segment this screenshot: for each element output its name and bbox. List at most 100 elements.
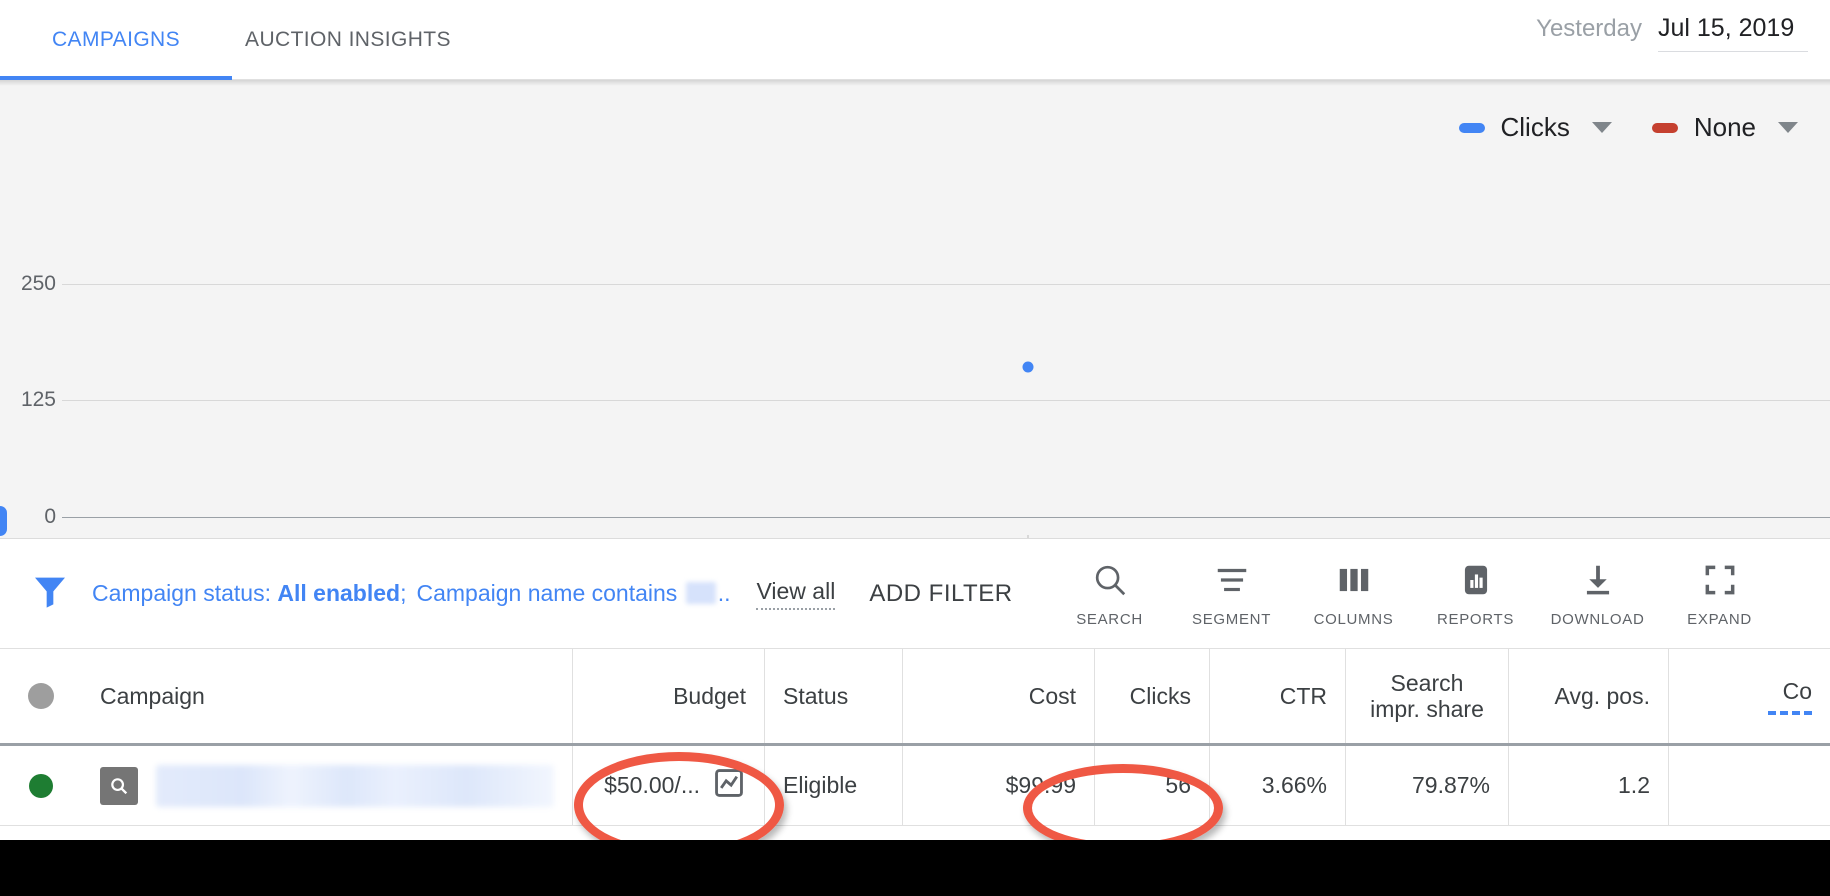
bottom-letterbox-bar [0,840,1830,896]
date-range-value[interactable]: Jul 15, 2019 [1658,14,1808,52]
tab-auction-insights-label: AUCTION INSIGHTS [245,28,451,51]
column-header-conversions-underline [1768,710,1812,715]
tab-list: CAMPAIGNS AUCTION INSIGHTS [0,0,464,80]
row-cost-value: $99.99 [1005,772,1076,798]
column-header-campaign[interactable]: Campaign [82,649,573,743]
y-axis-tick-250: 250 [20,272,56,295]
top-tab-bar: CAMPAIGNS AUCTION INSIGHTS Yesterday Jul… [0,0,1830,80]
row-avg-pos-value: 1.2 [1618,772,1650,798]
column-header-clicks[interactable]: Clicks [1095,649,1210,743]
column-header-clicks-label: Clicks [1129,682,1191,709]
row-avg-pos-cell: 1.2 [1509,746,1669,825]
row-cost-cell: $99.99 [903,746,1095,825]
performance-chart-panel: Clicks None 250 125 0 Jul 15, 2019 [0,80,1830,539]
date-range-selector[interactable]: Yesterday Jul 15, 2019 [1536,14,1808,52]
tab-campaigns-label: CAMPAIGNS [51,28,181,51]
x-axis-line [62,517,1830,518]
column-header-sis-line2: impr. share [1370,696,1484,722]
tab-auction-insights[interactable]: AUCTION INSIGHTS [232,0,464,80]
active-filter-chips: Campaign status: All enabled; Campaign n… [92,578,1013,610]
tool-segment[interactable]: SEGMENT [1171,560,1293,628]
column-header-cost[interactable]: Cost [903,649,1095,743]
segment-icon [1213,560,1251,600]
tool-download[interactable]: DOWNLOAD [1537,560,1659,628]
row-clicks-cell: 56 [1095,746,1210,825]
column-header-cost-label: Cost [1028,682,1076,709]
tool-reports[interactable]: REPORTS [1415,560,1537,628]
chart-plot-area: 250 125 0 Jul 15, 2019 [0,80,1830,538]
budget-chart-icon[interactable] [712,766,746,806]
filter-chip-name-suffix: .. [717,580,731,606]
row-ctr-value: 3.66% [1261,772,1327,798]
search-icon [1091,560,1129,600]
row-conversions-cell [1669,746,1830,825]
column-header-search-impr-share[interactable]: Search impr. share [1346,649,1509,743]
filter-chip-name-prefix: Campaign name contains [416,580,684,606]
funnel-icon[interactable] [30,571,70,616]
row-status-cell: Eligible [765,746,903,825]
status-filter-dot-icon [28,683,54,709]
filter-chip-campaign-status[interactable]: Campaign status: All enabled; [92,580,416,607]
column-header-sis-wrap: Search impr. share [1370,670,1484,723]
column-header-conversions-label: Co [1782,677,1812,704]
data-point-clicks[interactable] [1022,361,1034,373]
campaigns-table: Campaign Budget Status Cost Clicks CTR S… [0,649,1830,826]
tool-columns-label: COLUMNS [1313,610,1394,628]
tool-expand-label: EXPAND [1687,610,1752,628]
tab-campaigns[interactable]: CAMPAIGNS [0,0,232,80]
gridline-125 [62,400,1830,401]
redacted-campaign-name [685,582,716,604]
row-campaign-cell[interactable] [82,746,573,825]
filter-chip-status-suffix: ; [400,580,407,606]
table-header-row: Campaign Budget Status Cost Clicks CTR S… [0,649,1830,746]
row-budget-cell[interactable]: $50.00/... [573,746,765,825]
y-axis-tick-125: 125 [20,388,56,411]
column-header-status[interactable]: Status [765,649,903,743]
filter-chip-status-value: All enabled [277,580,401,606]
tool-columns[interactable]: COLUMNS [1293,560,1415,628]
row-ctr-cell: 3.66% [1210,746,1346,825]
columns-icon [1335,560,1373,600]
column-header-budget[interactable]: Budget [573,649,765,743]
redacted-campaign-name-value [156,764,554,807]
filter-chip-campaign-name[interactable]: Campaign name contains .. [416,580,730,607]
column-header-budget-label: Budget [673,682,746,709]
filter-chip-status-prefix: Campaign status: [92,580,278,606]
table-tools: SEARCH SEGMENT COLUMNS REPORTS DOWNLOAD … [1049,560,1781,628]
campaign-enabled-dot-icon [29,773,53,798]
column-header-conversions[interactable]: Co [1669,649,1830,743]
row-status-value: Eligible [783,772,858,798]
download-icon [1579,560,1617,600]
tool-search-label: SEARCH [1076,610,1143,628]
row-budget-value: $50.00/... [604,772,700,798]
tool-expand[interactable]: EXPAND [1659,560,1781,628]
add-filter-button[interactable]: ADD FILTER [869,580,1012,608]
date-range-label: Yesterday [1536,15,1642,42]
row-search-impr-share-value: 79.87% [1411,772,1490,798]
campaign-preview-search-icon[interactable] [100,766,138,805]
expand-icon [1701,560,1739,600]
gridline-250 [62,284,1830,285]
google-ads-campaigns-page: CAMPAIGNS AUCTION INSIGHTS Yesterday Jul… [0,0,1830,896]
tool-reports-label: REPORTS [1436,610,1515,628]
row-clicks-value: 56 [1165,772,1191,798]
tool-download-label: DOWNLOAD [1550,610,1645,628]
panel-collapse-handle[interactable] [0,506,7,536]
tool-search[interactable]: SEARCH [1049,560,1171,628]
column-header-ctr[interactable]: CTR [1210,649,1346,743]
select-all-toggle[interactable] [0,649,82,743]
column-header-sis-line1: Search [1390,669,1464,696]
row-search-impr-share-cell: 79.87% [1346,746,1509,825]
filter-toolbar: Campaign status: All enabled; Campaign n… [0,539,1830,649]
row-status-indicator[interactable] [0,746,82,825]
table-row[interactable]: $50.00/... Eligible $99.99 56 3.66% 79.8… [0,746,1830,826]
column-header-avg-pos[interactable]: Avg. pos. [1509,649,1669,743]
y-axis-tick-0: 0 [44,505,56,528]
tool-segment-label: SEGMENT [1192,610,1272,628]
column-header-status-label: Status [783,682,849,709]
view-all-filters-link[interactable]: View all [756,578,836,610]
reports-icon [1457,560,1495,600]
column-header-conversions-wrap: Co [1768,678,1812,715]
column-header-avg-pos-label: Avg. pos. [1554,682,1650,709]
column-header-campaign-label: Campaign [100,682,205,709]
